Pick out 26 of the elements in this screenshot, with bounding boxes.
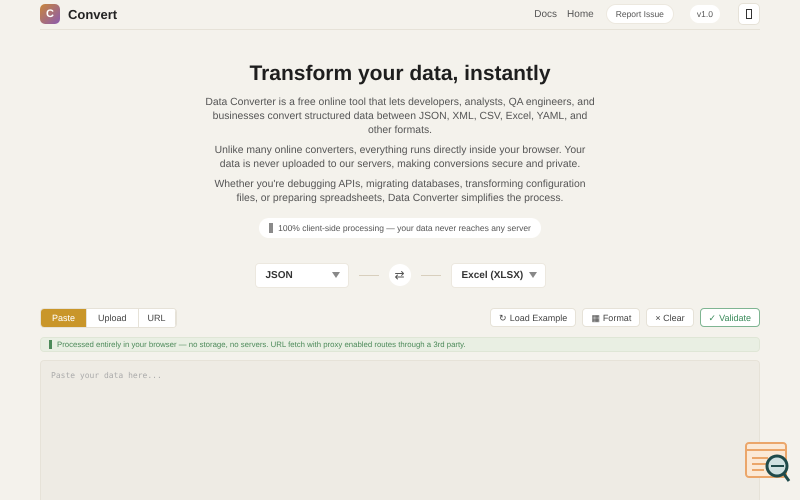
caret-icon xyxy=(332,272,340,278)
brand-name: Convert xyxy=(68,6,118,22)
report-issue-button[interactable]: Report Issue xyxy=(606,4,674,24)
action-button[interactable]: ↻ Load Example xyxy=(490,308,576,328)
action-button[interactable]: ✓ Validate xyxy=(700,308,760,328)
version-badge: v1.0 xyxy=(690,5,720,24)
help-widget-icon[interactable] xyxy=(744,441,792,485)
data-input-field[interactable]: Paste your data here... xyxy=(40,360,760,500)
action-button[interactable]: ▦ Format xyxy=(582,308,640,328)
action-button[interactable]: × Clear xyxy=(646,308,694,328)
intro-paragraph: Data Converter is a free online tool that lets developers, analysts, QA engineers, and businesses convert structured data between JSON, XML, CSV, Excel, YAML, and other formats. xyxy=(205,96,595,138)
logo[interactable]: C xyxy=(40,4,60,24)
intro-paragraph: Unlike many online converters, everything runs directly inside your browser. Your data is never uploaded to our servers, making conversions secure and private. xyxy=(214,144,586,172)
badge-text: 100% client-side processing — your data never reaches any server xyxy=(278,222,531,233)
swap-button[interactable]: ⇄ xyxy=(388,264,410,286)
nav-link[interactable]: Docs xyxy=(534,8,558,20)
caret-icon xyxy=(528,272,536,278)
bar-icon xyxy=(49,340,52,349)
hero-title: Transform your data, instantly xyxy=(249,62,551,86)
nav-link[interactable]: Home xyxy=(567,8,594,20)
theme-toggle-button[interactable] xyxy=(738,3,760,26)
intro-paragraph: Whether you're debugging APIs, migrating databases, transforming configuration files, or preparing spreadsheets, Data Converter simplifies the process. xyxy=(213,178,587,206)
target-format-select[interactable]: Excel (XLSX) xyxy=(450,262,546,288)
box-icon xyxy=(746,9,752,20)
source-format-select[interactable]: JSON xyxy=(254,262,348,288)
bar-icon xyxy=(269,222,274,233)
